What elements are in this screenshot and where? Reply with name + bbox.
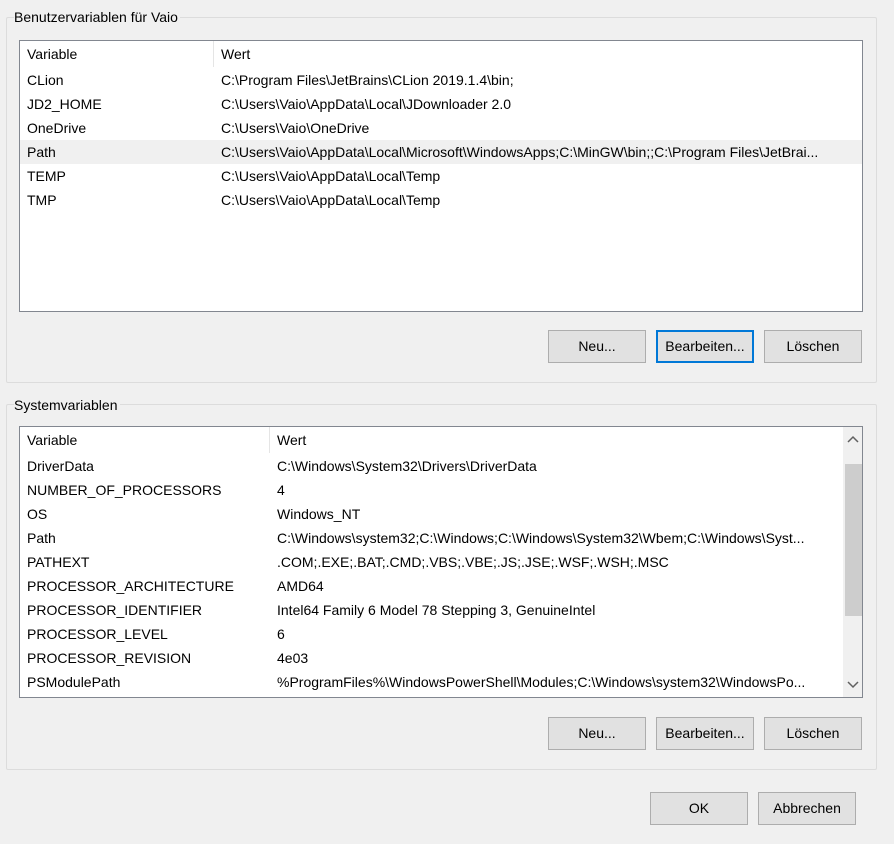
user-vars-list-header: Variable Wert <box>20 41 862 67</box>
system-vars-list[interactable]: Variable Wert DriverData C:\Windows\Syste… <box>19 426 863 698</box>
cancel-button[interactable]: Abbrechen <box>758 792 856 825</box>
variable-name-cell: TMP <box>27 192 57 208</box>
chevron-down-icon <box>846 681 859 689</box>
table-row[interactable]: CLion C:\Program Files\JetBrains\CLion 20… <box>20 68 862 92</box>
user-delete-button[interactable]: Löschen <box>764 330 862 363</box>
variable-name-cell: DriverData <box>27 458 94 474</box>
table-row[interactable]: PROCESSOR_LEVEL 6 <box>20 622 842 646</box>
table-row[interactable]: Path C:\Windows\system32;C:\Windows;C:\Wi… <box>20 526 842 550</box>
variable-value-cell: 4 <box>277 482 285 498</box>
variable-name-cell: PROCESSOR_LEVEL <box>27 626 168 642</box>
user-vars-rows: CLion C:\Program Files\JetBrains\CLion 20… <box>20 68 862 212</box>
variable-name-cell: PROCESSOR_REVISION <box>27 650 192 666</box>
column-header-variable[interactable]: Variable <box>20 41 214 67</box>
system-vars-scrollbar[interactable] <box>843 427 862 697</box>
variable-value-cell: Intel64 Family 6 Model 78 Stepping 3, Ge… <box>277 602 596 618</box>
user-edit-button[interactable]: Bearbeiten... <box>656 330 754 363</box>
user-new-button[interactable]: Neu... <box>548 330 646 363</box>
variable-value-cell: C:\Users\Vaio\AppData\Local\JDownloader … <box>221 96 512 112</box>
variable-name-cell: PSModulePath <box>27 674 121 690</box>
variable-value-cell: C:\Users\Vaio\AppData\Local\Temp <box>221 168 441 184</box>
variable-value-cell: .COM;.EXE;.BAT;.CMD;.VBS;.VBE;.JS;.JSE;.… <box>277 554 669 570</box>
variable-name-cell: OneDrive <box>27 120 87 136</box>
variable-name-cell: PROCESSOR_IDENTIFIER <box>27 602 203 618</box>
ok-button[interactable]: OK <box>650 792 748 825</box>
variable-value-cell: 4e03 <box>277 650 309 666</box>
variable-name-cell: JD2_HOME <box>27 96 102 112</box>
system-vars-list-header: Variable Wert <box>20 427 842 453</box>
variable-name-cell: PROCESSOR_ARCHITECTURE <box>27 578 234 594</box>
scroll-thumb[interactable] <box>845 464 862 616</box>
table-row[interactable]: NUMBER_OF_PROCESSORS 4 <box>20 478 842 502</box>
variable-name-cell: PATHEXT <box>27 554 90 570</box>
variable-name-cell: CLion <box>27 72 64 88</box>
table-row[interactable]: PROCESSOR_REVISION 4e03 <box>20 646 842 670</box>
user-vars-list[interactable]: Variable Wert CLion C:\Program Files\JetB… <box>19 40 863 312</box>
scroll-up-button[interactable] <box>843 429 862 449</box>
variable-name-cell: TEMP <box>27 168 66 184</box>
variable-name-cell: Path <box>27 530 56 546</box>
column-header-value[interactable]: Wert <box>270 427 842 453</box>
variable-name-cell: NUMBER_OF_PROCESSORS <box>27 482 222 498</box>
table-row[interactable]: TMP C:\Users\Vaio\AppData\Local\Temp <box>20 188 862 212</box>
variable-value-cell: C:\Windows\system32;C:\Windows;C:\Window… <box>277 530 805 546</box>
table-row[interactable]: PSModulePath %ProgramFiles%\WindowsPowerS… <box>20 670 842 694</box>
table-row[interactable]: PATHEXT .COM;.EXE;.BAT;.CMD;.VBS;.VBE;.JS… <box>20 550 842 574</box>
scroll-down-button[interactable] <box>843 675 862 695</box>
table-row[interactable]: PROCESSOR_IDENTIFIER Intel64 Family 6 Mod… <box>20 598 842 622</box>
user-vars-group-title: Benutzervariablen für Vaio <box>14 8 180 26</box>
variable-value-cell: C:\Users\Vaio\OneDrive <box>221 120 370 136</box>
variable-name-cell: OS <box>27 506 48 522</box>
variable-value-cell: C:\Users\Vaio\AppData\Local\Microsoft\Wi… <box>221 144 819 160</box>
table-row[interactable]: PROCESSOR_ARCHITECTURE AMD64 <box>20 574 842 598</box>
system-edit-button[interactable]: Bearbeiten... <box>656 717 754 750</box>
column-header-variable[interactable]: Variable <box>20 427 270 453</box>
table-row[interactable]: TEMP C:\Users\Vaio\AppData\Local\Temp <box>20 164 862 188</box>
column-header-value[interactable]: Wert <box>214 41 862 67</box>
variable-value-cell: 6 <box>277 626 285 642</box>
variable-name-cell: Path <box>27 144 56 160</box>
table-row[interactable]: OS Windows_NT <box>20 502 842 526</box>
system-vars-group-title: Systemvariablen <box>14 396 120 414</box>
table-row[interactable]: DriverData C:\Windows\System32\Drivers\Dr… <box>20 454 842 478</box>
variable-value-cell: AMD64 <box>277 578 324 594</box>
system-delete-button[interactable]: Löschen <box>764 717 862 750</box>
variable-value-cell: Windows_NT <box>277 506 361 522</box>
variable-value-cell: %ProgramFiles%\WindowsPowerShell\Modules… <box>277 674 806 690</box>
chevron-up-icon <box>846 435 859 443</box>
variable-value-cell: C:\Users\Vaio\AppData\Local\Temp <box>221 192 441 208</box>
system-new-button[interactable]: Neu... <box>548 717 646 750</box>
system-vars-rows: DriverData C:\Windows\System32\Drivers\Dr… <box>20 454 842 694</box>
variable-value-cell: C:\Windows\System32\Drivers\DriverData <box>277 458 537 474</box>
table-row[interactable]: OneDrive C:\Users\Vaio\OneDrive <box>20 116 862 140</box>
variable-value-cell: C:\Program Files\JetBrains\CLion 2019.1.… <box>221 72 514 88</box>
table-row[interactable]: Path C:\Users\Vaio\AppData\Local\Microsof… <box>20 140 862 164</box>
table-row[interactable]: JD2_HOME C:\Users\Vaio\AppData\Local\JDow… <box>20 92 862 116</box>
